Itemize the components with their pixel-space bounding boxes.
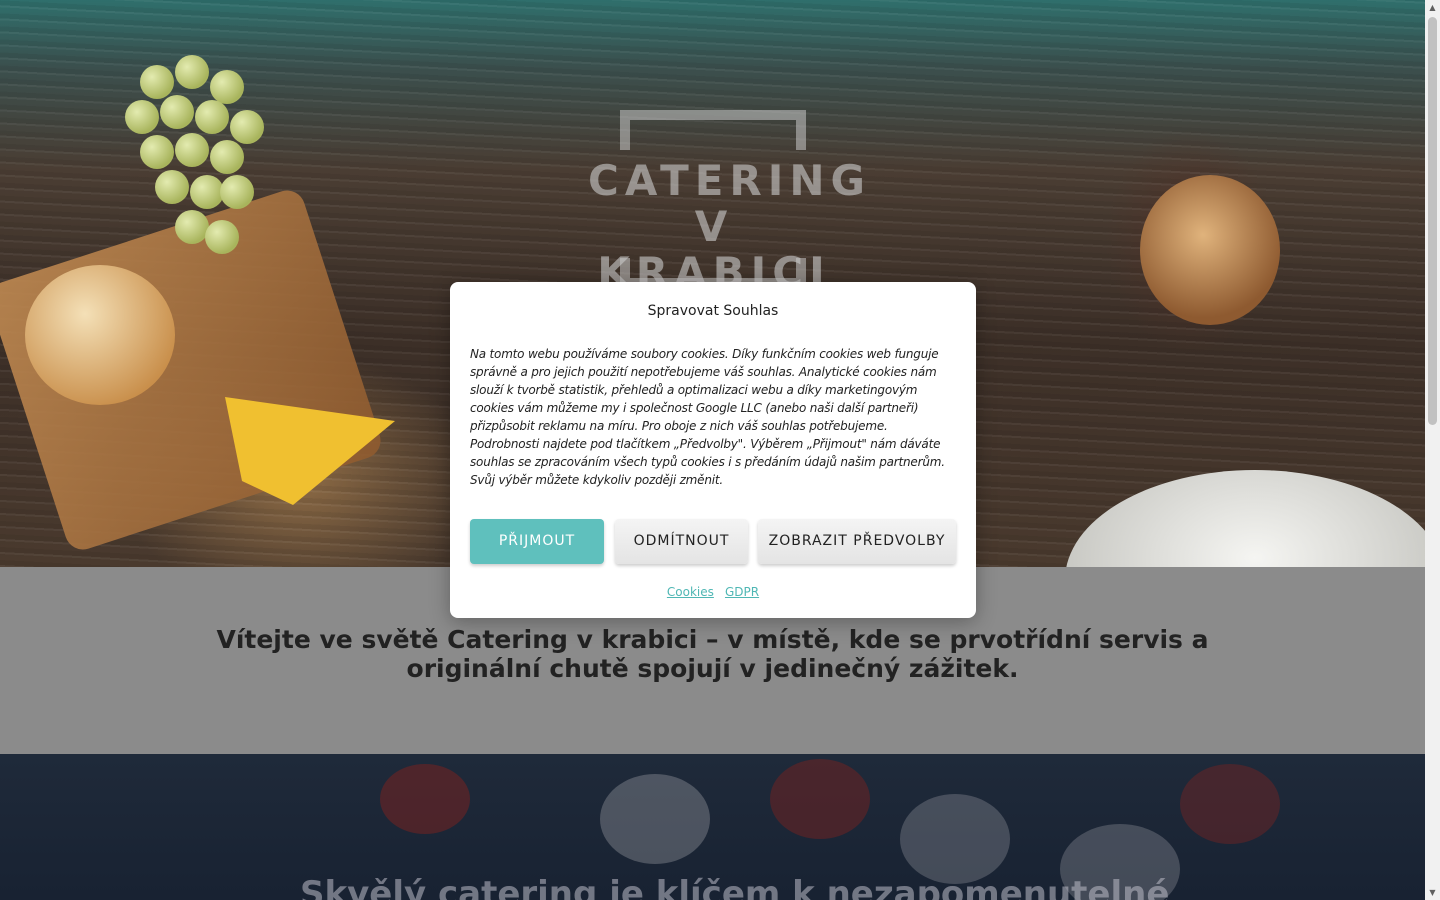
cookie-consent-dialog: Spravovat Souhlas Na tomto webu používám… [450,282,976,618]
gdpr-link[interactable]: GDPR [725,585,759,599]
scrollbar-thumb[interactable] [1428,17,1437,425]
scroll-up-arrow-icon[interactable]: ▲ [1425,0,1440,15]
cookies-link[interactable]: Cookies [667,585,714,599]
consent-text: Na tomto webu používáme soubory cookies.… [470,347,945,487]
dialog-title: Spravovat Souhlas [647,303,779,319]
deny-button[interactable]: ODMÍTNOUT [615,519,748,564]
accept-button[interactable]: PŘIJMOUT [470,519,604,564]
scroll-down-arrow-icon[interactable]: ▼ [1425,885,1440,900]
page-scrollbar[interactable]: ▲ ▼ [1425,0,1440,900]
policy-links: Cookies GDPR [450,581,976,600]
preferences-button[interactable]: ZOBRAZIT PŘEDVOLBY [758,519,956,564]
